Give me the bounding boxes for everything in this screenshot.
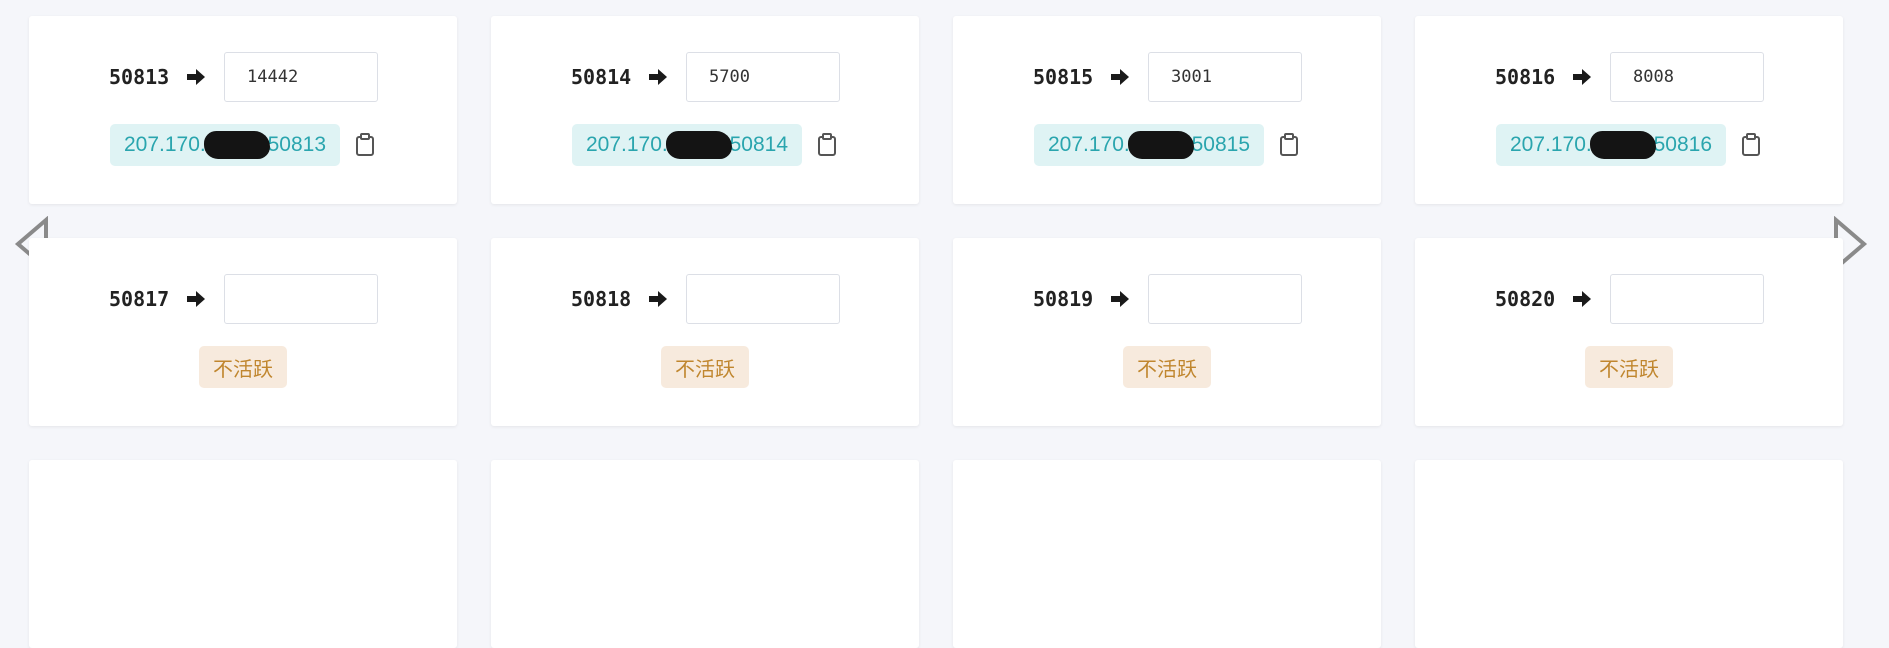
address-suffix: :50815 — [1185, 133, 1250, 156]
port-card — [1415, 460, 1843, 648]
target-port-input[interactable] — [224, 52, 378, 102]
target-port-input[interactable] — [1610, 52, 1764, 102]
address-row: 207.170. :50816 — [1415, 124, 1843, 166]
clipboard-icon[interactable] — [354, 133, 376, 157]
public-port: 50817 — [109, 287, 170, 311]
status-row: 不活跃 — [29, 346, 457, 388]
address-suffix: :50813 — [261, 133, 326, 156]
arrow-right-icon — [1573, 291, 1591, 307]
inactive-badge: 不活跃 — [199, 346, 287, 388]
port-mapping-row: 50813 — [109, 52, 378, 102]
address-suffix: :50814 — [723, 133, 788, 156]
redaction-mark — [1590, 131, 1656, 159]
port-card — [953, 460, 1381, 648]
address-badge: 207.170. :50816 — [1496, 124, 1726, 166]
port-card — [29, 460, 457, 648]
arrow-right-icon — [187, 291, 205, 307]
arrow-right-icon — [649, 69, 667, 85]
public-port: 50813 — [109, 65, 170, 89]
address-prefix: 207.170. — [586, 133, 668, 156]
arrow-right-icon — [187, 69, 205, 85]
port-card: 50813 207.170. :50813 — [29, 16, 457, 204]
port-mapping-grid: 50813 207.170. :50813 50814 207.170. :50… — [29, 16, 1843, 648]
target-port-input[interactable] — [1148, 52, 1302, 102]
port-card: 50819 不活跃 — [953, 238, 1381, 426]
public-port: 50815 — [1033, 65, 1094, 89]
public-port: 50818 — [571, 287, 632, 311]
target-port-input[interactable] — [1148, 274, 1302, 324]
address-row: 207.170. :50815 — [953, 124, 1381, 166]
target-port-input[interactable] — [686, 274, 840, 324]
inactive-badge: 不活跃 — [661, 346, 749, 388]
clipboard-icon[interactable] — [1278, 133, 1300, 157]
inactive-badge: 不活跃 — [1123, 346, 1211, 388]
port-mapping-row: 50816 — [1495, 52, 1764, 102]
public-port: 50819 — [1033, 287, 1094, 311]
address-row: 207.170. :50813 — [29, 124, 457, 166]
port-card: 50818 不活跃 — [491, 238, 919, 426]
status-row: 不活跃 — [953, 346, 1381, 388]
address-suffix: :50816 — [1647, 133, 1712, 156]
address-prefix: 207.170. — [124, 133, 206, 156]
clipboard-icon[interactable] — [1740, 133, 1762, 157]
port-card: 50817 不活跃 — [29, 238, 457, 426]
public-port: 50820 — [1495, 287, 1556, 311]
arrow-right-icon — [649, 291, 667, 307]
port-mapping-row: 50814 — [571, 52, 840, 102]
address-badge: 207.170. :50814 — [572, 124, 802, 166]
public-port: 50814 — [571, 65, 632, 89]
address-prefix: 207.170. — [1048, 133, 1130, 156]
redaction-mark — [1128, 131, 1194, 159]
target-port-input[interactable] — [224, 274, 378, 324]
target-port-input[interactable] — [686, 52, 840, 102]
status-row: 不活跃 — [491, 346, 919, 388]
port-card — [491, 460, 919, 648]
port-card: 50814 207.170. :50814 — [491, 16, 919, 204]
port-card: 50820 不活跃 — [1415, 238, 1843, 426]
port-card: 50816 207.170. :50816 — [1415, 16, 1843, 204]
port-mapping-row: 50817 — [109, 274, 378, 324]
address-badge: 207.170. :50813 — [110, 124, 340, 166]
arrow-right-icon — [1573, 69, 1591, 85]
port-mapping-row: 50819 — [1033, 274, 1302, 324]
public-port: 50816 — [1495, 65, 1556, 89]
address-prefix: 207.170. — [1510, 133, 1592, 156]
port-mapping-row: 50818 — [571, 274, 840, 324]
redaction-mark — [666, 131, 732, 159]
address-row: 207.170. :50814 — [491, 124, 919, 166]
clipboard-icon[interactable] — [816, 133, 838, 157]
address-badge: 207.170. :50815 — [1034, 124, 1264, 166]
status-row: 不活跃 — [1415, 346, 1843, 388]
arrow-right-icon — [1111, 69, 1129, 85]
arrow-right-icon — [1111, 291, 1129, 307]
port-mapping-row: 50815 — [1033, 52, 1302, 102]
redaction-mark — [204, 131, 270, 159]
port-card: 50815 207.170. :50815 — [953, 16, 1381, 204]
target-port-input[interactable] — [1610, 274, 1764, 324]
inactive-badge: 不活跃 — [1585, 346, 1673, 388]
port-mapping-row: 50820 — [1495, 274, 1764, 324]
